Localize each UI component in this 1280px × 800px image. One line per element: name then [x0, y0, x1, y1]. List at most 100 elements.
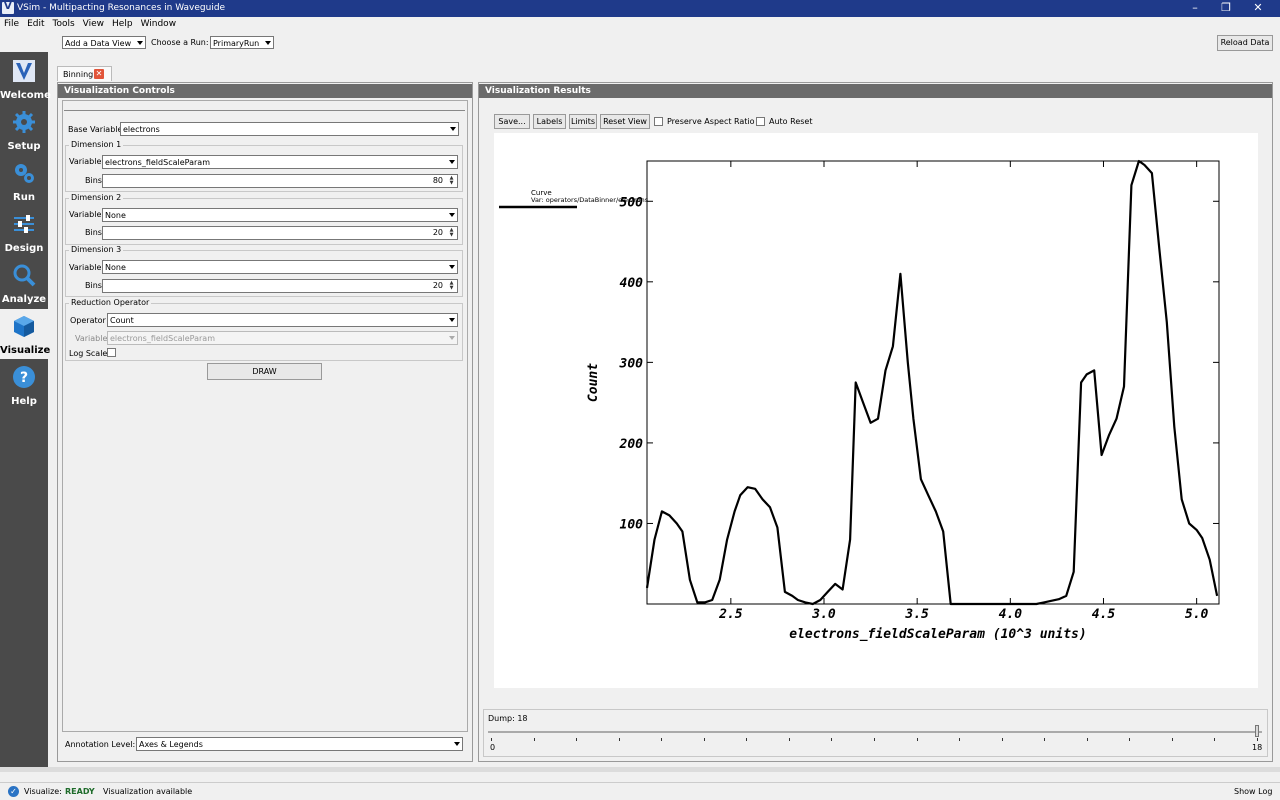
dump-tick [1171, 738, 1173, 741]
spin-arrows-icon[interactable]: ▲ ▼ [447, 176, 456, 186]
chevron-down-icon [449, 318, 455, 322]
menu-edit[interactable]: Edit [23, 17, 48, 29]
spin-arrows-icon[interactable]: ▲ ▼ [447, 228, 456, 238]
sidebar-label: Welcome [0, 90, 51, 101]
dim3-variable-select[interactable]: None [102, 260, 458, 274]
menu-file[interactable]: File [0, 17, 23, 29]
log-scale-checkbox[interactable] [107, 348, 116, 357]
add-data-view-select[interactable]: Add a Data View [62, 36, 146, 49]
dim3-variable-value: None [105, 263, 126, 272]
dim2-bins-label: Bins [85, 228, 102, 237]
chevron-down-icon [449, 160, 455, 164]
preserve-aspect-checkbox[interactable] [654, 117, 663, 126]
preserve-aspect-label: Preserve Aspect Ratio [667, 117, 755, 126]
dump-tick [618, 738, 620, 741]
dump-tick [491, 738, 492, 741]
dump-tick [874, 738, 875, 741]
x-tick-label: 4.0 [999, 607, 1023, 622]
base-variable-select[interactable]: electrons [120, 122, 459, 136]
y-tick-label: 400 [620, 276, 644, 291]
draw-button[interactable]: DRAW [207, 363, 322, 380]
base-variable-label: Base Variable: [68, 125, 126, 134]
dump-tick [1214, 738, 1216, 741]
dump-min-label: 0 [490, 743, 496, 752]
sidebar-label: Visualize [0, 345, 51, 356]
dump-tick [1129, 738, 1131, 741]
dim1-variable-select[interactable]: electrons_fieldScaleParam [102, 155, 458, 169]
series-line [645, 159, 1219, 606]
sidebar-item-welcome[interactable]: Welcome [0, 54, 51, 104]
dump-tick [1086, 738, 1088, 741]
dim2-variable-select[interactable]: None [102, 208, 458, 222]
dim3-bins-label: Bins [85, 281, 102, 290]
sliders-icon [14, 215, 34, 233]
limits-button[interactable]: Limits [569, 114, 597, 129]
plot-canvas[interactable]: 2.5 3.0 3.5 4.0 4.5 5.0 100 200 300 400 500 electro… [494, 133, 1258, 688]
sidebar-item-analyze[interactable]: Analyze [0, 258, 48, 308]
auto-reset-label: Auto Reset [769, 117, 813, 126]
dump-tick [576, 738, 578, 741]
dump-tick [831, 738, 833, 741]
dump-slider-ticks [491, 738, 1258, 742]
controls-header: Visualization Controls [58, 84, 472, 98]
dim3-bins-spinbox[interactable]: 20 ▲ ▼ [102, 279, 458, 293]
close-button[interactable]: ✕ [1243, 0, 1273, 17]
sidebar-item-help[interactable]: ? Help [0, 360, 48, 410]
dump-tick [916, 738, 918, 741]
vsim-app-icon [2, 1, 14, 14]
minimize-button[interactable]: – [1180, 0, 1210, 17]
labels-button[interactable]: Labels [533, 114, 566, 129]
dump-tick [746, 738, 748, 741]
status-label: Visualize: [24, 787, 62, 796]
dim1-variable-label: Variable [69, 157, 102, 166]
sidebar-item-setup[interactable]: Setup [0, 105, 48, 155]
show-log-button[interactable]: Show Log [1234, 787, 1272, 796]
menu-view[interactable]: View [79, 17, 108, 29]
sidebar-label: Analyze [1, 294, 47, 305]
title-bar: VSim - Multipacting Resonances in Wavegu… [0, 0, 1280, 17]
status-message: Visualization available [103, 787, 193, 796]
dump-max-label: 18 [1252, 743, 1263, 752]
sidebar-item-design[interactable]: Design [0, 207, 48, 257]
sidebar-label: Design [4, 243, 44, 254]
tab-binning[interactable]: Binning ✕ [57, 66, 112, 81]
dump-slider-track[interactable] [488, 731, 1262, 733]
dimension-2-title: Dimension 2 [69, 193, 124, 202]
maximize-button[interactable]: ❐ [1211, 0, 1241, 17]
dim2-bins-spinbox[interactable]: 20 ▲ ▼ [102, 226, 458, 240]
run-select[interactable]: PrimaryRun [210, 36, 274, 49]
dim1-bins-value: 80 [432, 176, 443, 185]
sidebar-item-visualize[interactable]: Visualize [0, 309, 51, 359]
spin-arrows-icon[interactable]: ▲ ▼ [447, 281, 456, 291]
magnifier-icon [13, 264, 36, 287]
add-data-view-value: Add a Data View [65, 39, 132, 48]
x-axis-label: electrons_fieldScaleParam (10^3 units) [789, 627, 1086, 642]
dim1-bins-spinbox[interactable]: 80 ▲ ▼ [102, 174, 458, 188]
save-button[interactable]: Save... [494, 114, 530, 129]
plot-frame [646, 160, 1220, 605]
dump-label: Dump: 18 [488, 714, 528, 723]
dim1-bins-label: Bins [85, 176, 102, 185]
operator-select[interactable]: Count [107, 313, 458, 327]
dim2-variable-label: Variable [69, 210, 102, 219]
divider [64, 110, 465, 111]
annotation-level-select[interactable]: Axes & Legends [136, 737, 463, 751]
close-tab-icon[interactable]: ✕ [94, 69, 104, 79]
reload-data-button[interactable]: Reload Data [1217, 35, 1273, 51]
log-scale-label: Log Scale [69, 349, 108, 358]
dump-tick [1257, 738, 1258, 741]
dimension-1-title: Dimension 1 [69, 140, 124, 149]
dim2-bins-value: 20 [432, 228, 443, 237]
x-tick-label: 4.5 [1092, 607, 1116, 622]
menu-help[interactable]: Help [108, 17, 137, 29]
reduction-variable-value: electrons_fieldScaleParam [110, 334, 215, 343]
reset-view-button[interactable]: Reset View [600, 114, 650, 129]
auto-reset-checkbox[interactable] [756, 117, 765, 126]
annotation-level-label: Annotation Level: [65, 740, 136, 749]
choose-run-label: Choose a Run: [151, 38, 209, 47]
menu-window[interactable]: Window [137, 17, 181, 29]
dump-tick [1044, 738, 1046, 741]
sidebar-item-run[interactable]: Run [0, 156, 48, 206]
dump-slider-handle[interactable] [1255, 725, 1259, 737]
menu-tools[interactable]: Tools [49, 17, 79, 29]
